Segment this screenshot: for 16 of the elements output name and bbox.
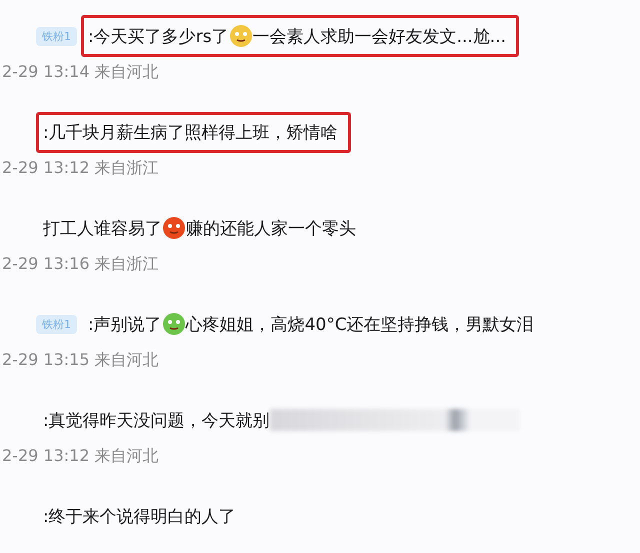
fan-badge: 铁粉1 — [36, 26, 77, 46]
comment-meta: 2-29 13:15 来自河北 — [2, 350, 160, 371]
comment-text: :声别说了 — [88, 314, 162, 336]
comment-text: 赚的还能人家一个零头 — [186, 218, 356, 240]
comment-meta: 2-29 13:16 来自浙江 — [2, 254, 160, 275]
comment-text: :终于来个说得明白的人了 — [43, 506, 236, 528]
comment-text: 一会素人求助一会好友发文...尬... — [252, 26, 506, 48]
comment-text: :真觉得昨天没问题，今天就别 — [43, 410, 270, 432]
comment-meta: 2-29 13:12 来自河北 — [2, 446, 160, 467]
comment-meta: 2-29 13:12 来自浙江 — [2, 158, 160, 179]
comment-text: 心疼姐姐，高烧40°C还在坚持挣钱，男默女泪 — [186, 314, 534, 336]
fan-badge: 铁粉1 — [36, 314, 77, 334]
comment-meta: 2-29 13:14 来自河北 — [2, 62, 160, 83]
comment-text: 打工人谁容易了 — [43, 218, 162, 240]
comment-text: :几千块月薪生病了照样得上班，矫情啥 — [43, 122, 338, 144]
comment-text: :今天买了多少rs了 — [88, 26, 229, 48]
